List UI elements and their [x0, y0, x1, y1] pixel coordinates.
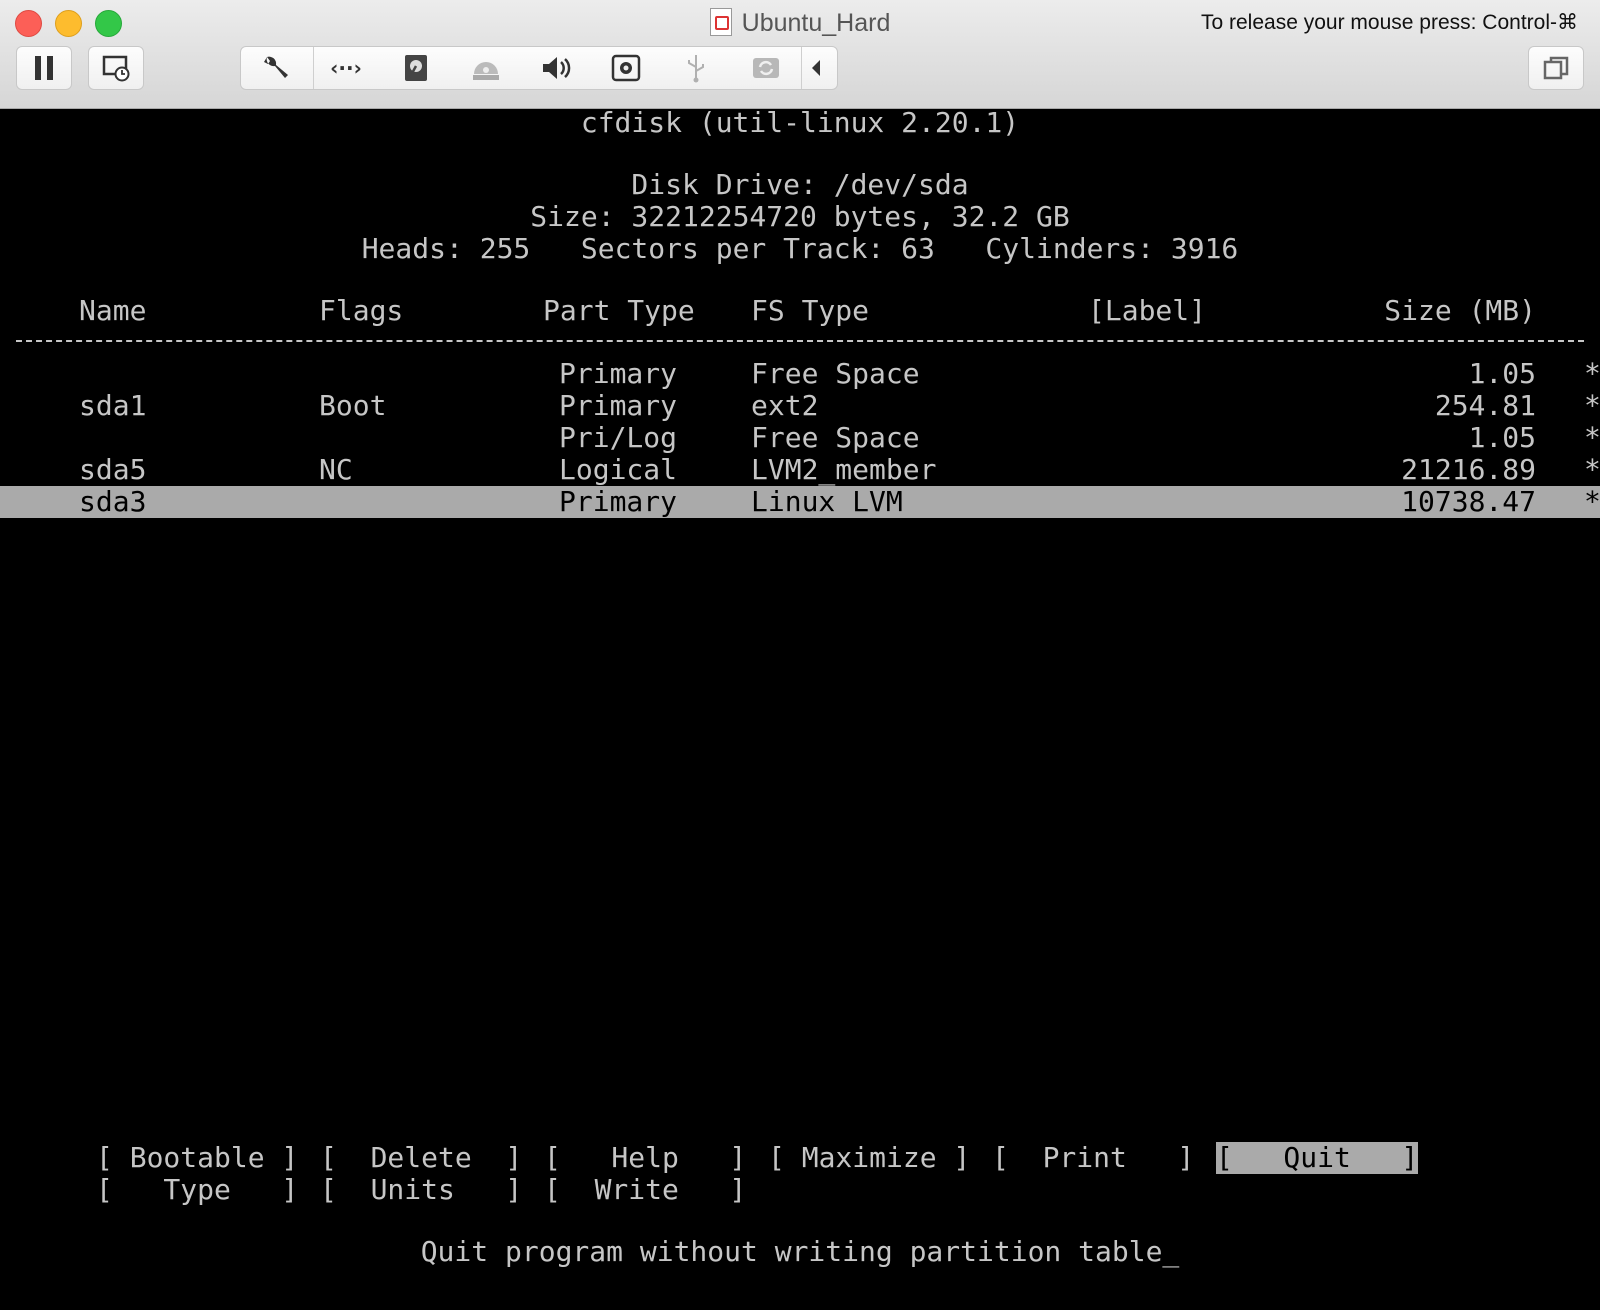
partition-size: 1.05 — [1468, 421, 1536, 454]
camera-button[interactable] — [591, 47, 661, 89]
window-toolbar: Ubuntu_Hard To release your mouse press:… — [0, 0, 1600, 109]
partition-fs-type: ext2 — [751, 389, 819, 422]
menu-units[interactable]: [ Units ] — [320, 1174, 522, 1206]
table-separator — [16, 340, 1584, 342]
fullscreen-button[interactable] — [1528, 46, 1584, 90]
menu-write[interactable]: [ Write ] — [544, 1174, 746, 1206]
partition-part-type: Primary — [559, 389, 678, 422]
partition-marker: * — [1584, 453, 1600, 486]
partition-row[interactable]: sda5 NC Logical LVM2_member 21216.89 * — [0, 454, 1600, 486]
sound-button[interactable] — [521, 47, 591, 89]
status-line: Quit program without writing partition t… — [420, 1235, 1180, 1268]
column-header-part-type: Part Type — [543, 294, 695, 327]
partition-part-type: Primary — [559, 485, 678, 518]
cd-dvd-icon — [473, 62, 499, 80]
column-header-name: Name — [79, 294, 147, 327]
vm-document-icon — [709, 8, 732, 36]
partition-flags: NC — [319, 453, 353, 486]
disk-geometry-label: Heads: 255 Sectors per Track: 63 Cylinde… — [361, 232, 1239, 265]
column-header-label: [Label] — [1088, 294, 1207, 327]
hard-disk-icon — [405, 55, 427, 81]
column-header-fs-type: FS Type — [751, 294, 870, 327]
partition-marker: * — [1584, 421, 1600, 454]
collapse-toolbar-button[interactable] — [796, 47, 836, 89]
column-header-size: Size (MB) — [1384, 294, 1536, 327]
vm-console[interactable]: cfdisk (util-linux 2.20.1) Disk Drive: /… — [0, 106, 1600, 1310]
collapse-arrow-icon — [812, 60, 820, 76]
partition-name: sda3 — [79, 485, 147, 518]
menu-delete[interactable]: [ Delete ] — [320, 1142, 522, 1174]
partition-row[interactable]: sda1 Boot Primary ext2 254.81 * — [0, 390, 1600, 422]
program-title: cfdisk (util-linux 2.20.1) — [580, 106, 1020, 139]
usb-button[interactable] — [661, 47, 731, 89]
pause-button[interactable] — [16, 46, 72, 90]
partition-marker: * — [1584, 357, 1600, 390]
network-button[interactable]: ‹··› — [311, 47, 381, 89]
menu-maximize[interactable]: [ Maximize ] — [768, 1142, 970, 1174]
partition-marker: * — [1584, 389, 1600, 422]
partition-part-type: Logical — [559, 453, 678, 486]
menu-type[interactable]: [ Type ] — [96, 1174, 298, 1206]
mouse-release-hint: To release your mouse press: Control-⌘ — [1201, 11, 1578, 34]
cd-dvd-button[interactable] — [451, 47, 521, 89]
partition-size: 10738.47 — [1401, 485, 1536, 518]
shared-folders-button[interactable] — [731, 47, 801, 89]
partition-marker: * — [1584, 485, 1600, 518]
pause-icon — [35, 56, 53, 80]
partition-size: 254.81 — [1434, 389, 1536, 422]
partition-fs-type: Free Space — [751, 421, 920, 454]
partition-fs-type: Linux LVM — [751, 485, 903, 518]
partition-fs-type: Free Space — [751, 357, 920, 390]
partition-part-type: Pri/Log — [559, 421, 678, 454]
shared-folders-icon — [753, 58, 779, 78]
partition-row[interactable]: Primary Free Space 1.05 * — [0, 358, 1600, 390]
menu-print[interactable]: [ Print ] — [992, 1142, 1194, 1174]
network-icon: ‹··› — [330, 56, 362, 80]
snapshot-icon — [102, 55, 130, 82]
partition-name: sda5 — [79, 453, 147, 486]
disk-size-label: Size: 32212254720 bytes, 32.2 GB — [530, 200, 1070, 233]
menu-help[interactable]: [ Help ] — [544, 1142, 746, 1174]
menu-bootable[interactable]: [ Bootable ] — [96, 1142, 298, 1174]
partition-flags: Boot — [319, 389, 387, 422]
device-toolbar: ‹··› — [240, 46, 838, 90]
partition-size: 1.05 — [1468, 357, 1536, 390]
partition-row-selected[interactable]: sda3 Primary Linux LVM 10738.47 * — [0, 486, 1600, 518]
fullscreen-icon — [1543, 56, 1569, 80]
partition-part-type: Primary — [559, 357, 678, 390]
snapshot-button[interactable] — [88, 46, 144, 90]
hard-disk-button[interactable] — [381, 47, 451, 89]
vm-window: Ubuntu_Hard To release your mouse press:… — [0, 0, 1600, 1310]
settings-button[interactable] — [241, 47, 311, 89]
partition-size: 21216.89 — [1401, 453, 1536, 486]
partition-row[interactable]: Pri/Log Free Space 1.05 * — [0, 422, 1600, 454]
settings-wrench-icon — [264, 56, 288, 78]
sound-icon — [543, 57, 571, 79]
usb-icon — [688, 55, 704, 83]
partition-name: sda1 — [79, 389, 147, 422]
camera-icon — [611, 54, 641, 82]
partition-fs-type: LVM2_member — [751, 453, 937, 486]
disk-drive-label: Disk Drive: /dev/sda — [631, 168, 969, 201]
column-header-flags: Flags — [319, 294, 404, 327]
menu-quit[interactable]: [ Quit ] — [1216, 1142, 1419, 1174]
